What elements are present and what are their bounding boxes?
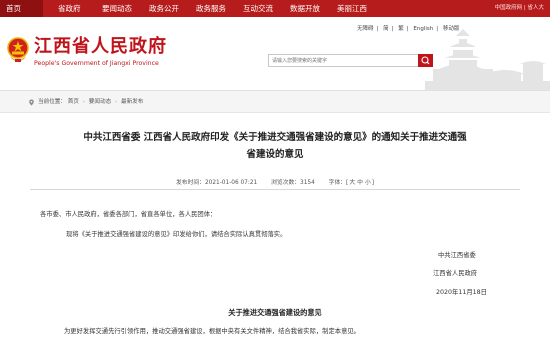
- font-size-control: 字体：[大中小]: [328, 180, 375, 186]
- nav-interaction[interactable]: 互动交流: [237, 0, 279, 17]
- breadcrumb-news[interactable]: 要闻动态: [89, 99, 111, 105]
- nav-news[interactable]: 要闻动态: [96, 0, 138, 17]
- national-emblem-icon: [7, 37, 29, 62]
- accessibility-link[interactable]: 无障碍: [357, 26, 374, 32]
- top-nav-bar: 首页 省政府 要闻动态 政务公开 政务服务 互动交流 数据开放 美丽江西 中国政…: [0, 0, 550, 17]
- nav-home[interactable]: 首页: [0, 0, 43, 17]
- traditional-link[interactable]: 繁: [398, 26, 404, 32]
- article-meta: 发布时间：2021-01-06 07:21 浏览次数：3154 字体：[大中小]: [0, 177, 550, 186]
- simplified-link[interactable]: 简: [383, 26, 389, 32]
- body-paragraph-2: 为更好发挥交通先行引领作用，推动交通强省建设，根据中央有关文件精神，结合我省实际…: [64, 328, 360, 335]
- location-icon: [29, 99, 34, 106]
- nav-government-affairs[interactable]: 政务公开: [143, 0, 185, 17]
- article-title-line-1: 中共江西省委 江西省人民政府印发《关于推进交通强省建设的意见》的通知关于推进交通…: [83, 132, 467, 143]
- article-subtitle: 关于推进交通强省建设的意见: [228, 308, 322, 317]
- signature-government: 江西省人民政府: [433, 270, 478, 277]
- breadcrumb-home[interactable]: 首页: [68, 99, 79, 105]
- breadcrumb-bar: 当前位置： 首页 › 要闻动态 › 最新发布: [0, 90, 550, 113]
- site-logo-subtitle: People's Government of Jiangxi Province: [34, 60, 159, 67]
- font-size-label: 字体：: [328, 180, 347, 186]
- article-title: 中共江西省委 江西省人民政府印发《关于推进交通强省建设的意见》的通知关于推进交通…: [40, 129, 510, 163]
- body-paragraph-1: 现将《关于推进交通强省建设的意见》印发给你们，请结合实际认真贯彻落实。: [66, 231, 287, 238]
- nav-open-data[interactable]: 数据开放: [284, 0, 326, 17]
- search-input[interactable]: [268, 54, 418, 67]
- breadcrumb-label: 当前位置：: [38, 99, 66, 105]
- font-size-small[interactable]: 小: [365, 180, 371, 186]
- divider: [30, 189, 520, 190]
- article-content: 中共江西省委 江西省人民政府印发《关于推进交通强省建设的意见》的通知关于推进交通…: [0, 113, 550, 342]
- font-size-large[interactable]: 大: [349, 180, 355, 186]
- breadcrumb-latest[interactable]: 最新发布: [121, 99, 143, 105]
- signature-party: 中共江西省委: [438, 252, 476, 259]
- font-size-medium[interactable]: 中: [357, 180, 363, 186]
- breadcrumb: 当前位置： 首页 › 要闻动态 › 最新发布: [38, 91, 143, 113]
- site-logo-title[interactable]: 江西省人民政府: [34, 37, 167, 57]
- publish-date: 发布时间：2021-01-06 07:21: [175, 180, 258, 186]
- nav-province-government[interactable]: 省政府: [52, 0, 87, 17]
- addressee: 各市委、市人民政府，省委各部门，省直各单位，各人民团体：: [40, 211, 217, 218]
- view-count: 浏览次数：3154: [271, 180, 315, 186]
- chevron-right-icon: ›: [82, 99, 85, 105]
- site-header: 江西省人民政府 People's Government of Jiangxi P…: [0, 17, 550, 90]
- nav-services[interactable]: 政务服务: [190, 0, 232, 17]
- article-title-line-2: 省建设的意见: [246, 149, 304, 160]
- chevron-right-icon: ›: [114, 99, 118, 105]
- signature-date: 2020年11月18日: [436, 289, 487, 296]
- nav-beautiful-jiangxi[interactable]: 美丽江西: [331, 0, 373, 17]
- top-right-links[interactable]: 中国政府网 | 省人大: [495, 0, 544, 17]
- tengwang-pavilion-illustration: [425, 29, 550, 90]
